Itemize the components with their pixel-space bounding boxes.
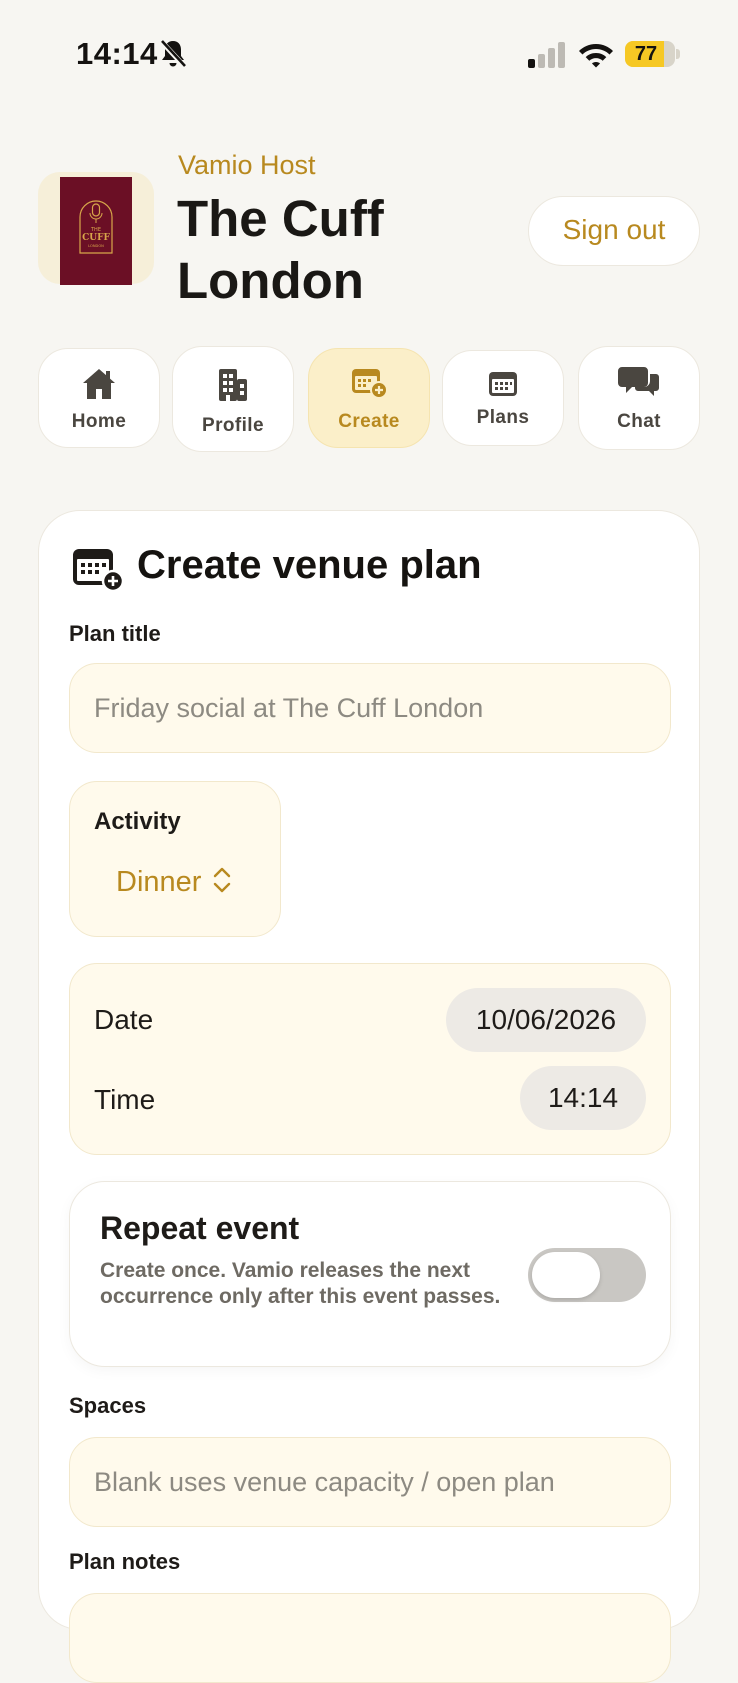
app-name: Vamio Host — [178, 150, 316, 180]
venue-logo: THE CUFF LONDON — [38, 172, 154, 285]
nav-home[interactable]: Home — [38, 348, 160, 448]
repeat-event-toggle[interactable] — [528, 1248, 646, 1302]
time-picker[interactable]: 14:14 — [520, 1066, 646, 1130]
calendar-plus-icon — [309, 365, 429, 399]
spaces-label: Spaces — [69, 1393, 147, 1418]
microphone-arch-icon: THE CUFF LONDON — [79, 200, 113, 254]
date-label: Date — [94, 1004, 154, 1035]
logo-text-london: LONDON — [88, 244, 104, 248]
activity-value: Dinner — [116, 866, 202, 898]
wifi-icon — [579, 44, 613, 68]
spaces-input[interactable]: Blank uses venue capacity / open plan — [69, 1437, 671, 1527]
repeat-event-title: Repeat event — [100, 1210, 300, 1246]
time-label: Time — [94, 1084, 156, 1115]
status-time: 14:14 — [76, 36, 158, 71]
nav-home-label: Home — [71, 411, 127, 432]
plan-notes-label: Plan notes — [69, 1549, 181, 1574]
nav-chat-label: Chat — [617, 411, 661, 432]
main-navigation: Home Profile Create Plans Chat — [0, 346, 738, 456]
calendar-plus-icon — [73, 549, 125, 593]
nav-profile-label: Profile — [202, 415, 264, 436]
nav-chat[interactable]: Chat — [578, 346, 700, 450]
home-icon — [39, 367, 159, 401]
plan-notes-input[interactable] — [69, 1593, 671, 1683]
battery-nub — [676, 49, 680, 59]
battery-percent: 77 — [634, 43, 658, 65]
cellular-signal-icon — [528, 42, 565, 68]
card-title: Create venue plan — [137, 543, 482, 587]
activity-picker[interactable]: Activity Dinner — [69, 781, 281, 937]
plan-title-label: Plan title — [69, 621, 161, 646]
status-bar: 14:14 77 — [0, 0, 738, 110]
nav-create[interactable]: Create — [308, 348, 430, 448]
create-plan-card: Create venue plan Plan title Friday soci… — [38, 510, 700, 1683]
logo-text-cuff: CUFF — [82, 233, 110, 243]
chat-bubbles-icon — [579, 365, 699, 399]
activity-label: Activity — [94, 808, 181, 835]
date-time-section: Date 10/06/2026 Time 14:14 — [69, 963, 671, 1155]
nav-plans-label: Plans — [476, 407, 530, 428]
venue-header: THE CUFF LONDON Vamio Host The Cuff Lond… — [0, 150, 738, 320]
plan-title-input[interactable]: Friday social at The Cuff London — [69, 663, 671, 753]
nav-plans[interactable]: Plans — [442, 350, 564, 446]
date-picker[interactable]: 10/06/2026 — [446, 988, 646, 1052]
venue-logo-image: THE CUFF LONDON — [60, 177, 132, 285]
calendar-icon — [443, 369, 563, 403]
venue-name: The Cuff London — [177, 190, 384, 309]
bell-muted-icon — [159, 39, 187, 69]
repeat-event-section: Repeat event Create once. Vamio releases… — [69, 1181, 671, 1367]
chevron-up-down-icon — [213, 867, 231, 893]
battery-indicator: 77 — [625, 41, 675, 67]
nav-create-label: Create — [338, 411, 400, 432]
repeat-event-description: Create once. Vamio releases the next occ… — [100, 1259, 501, 1308]
toggle-knob — [532, 1252, 600, 1298]
building-icon — [173, 367, 293, 401]
sign-out-button[interactable]: Sign out — [528, 196, 700, 266]
nav-profile[interactable]: Profile — [172, 346, 294, 452]
